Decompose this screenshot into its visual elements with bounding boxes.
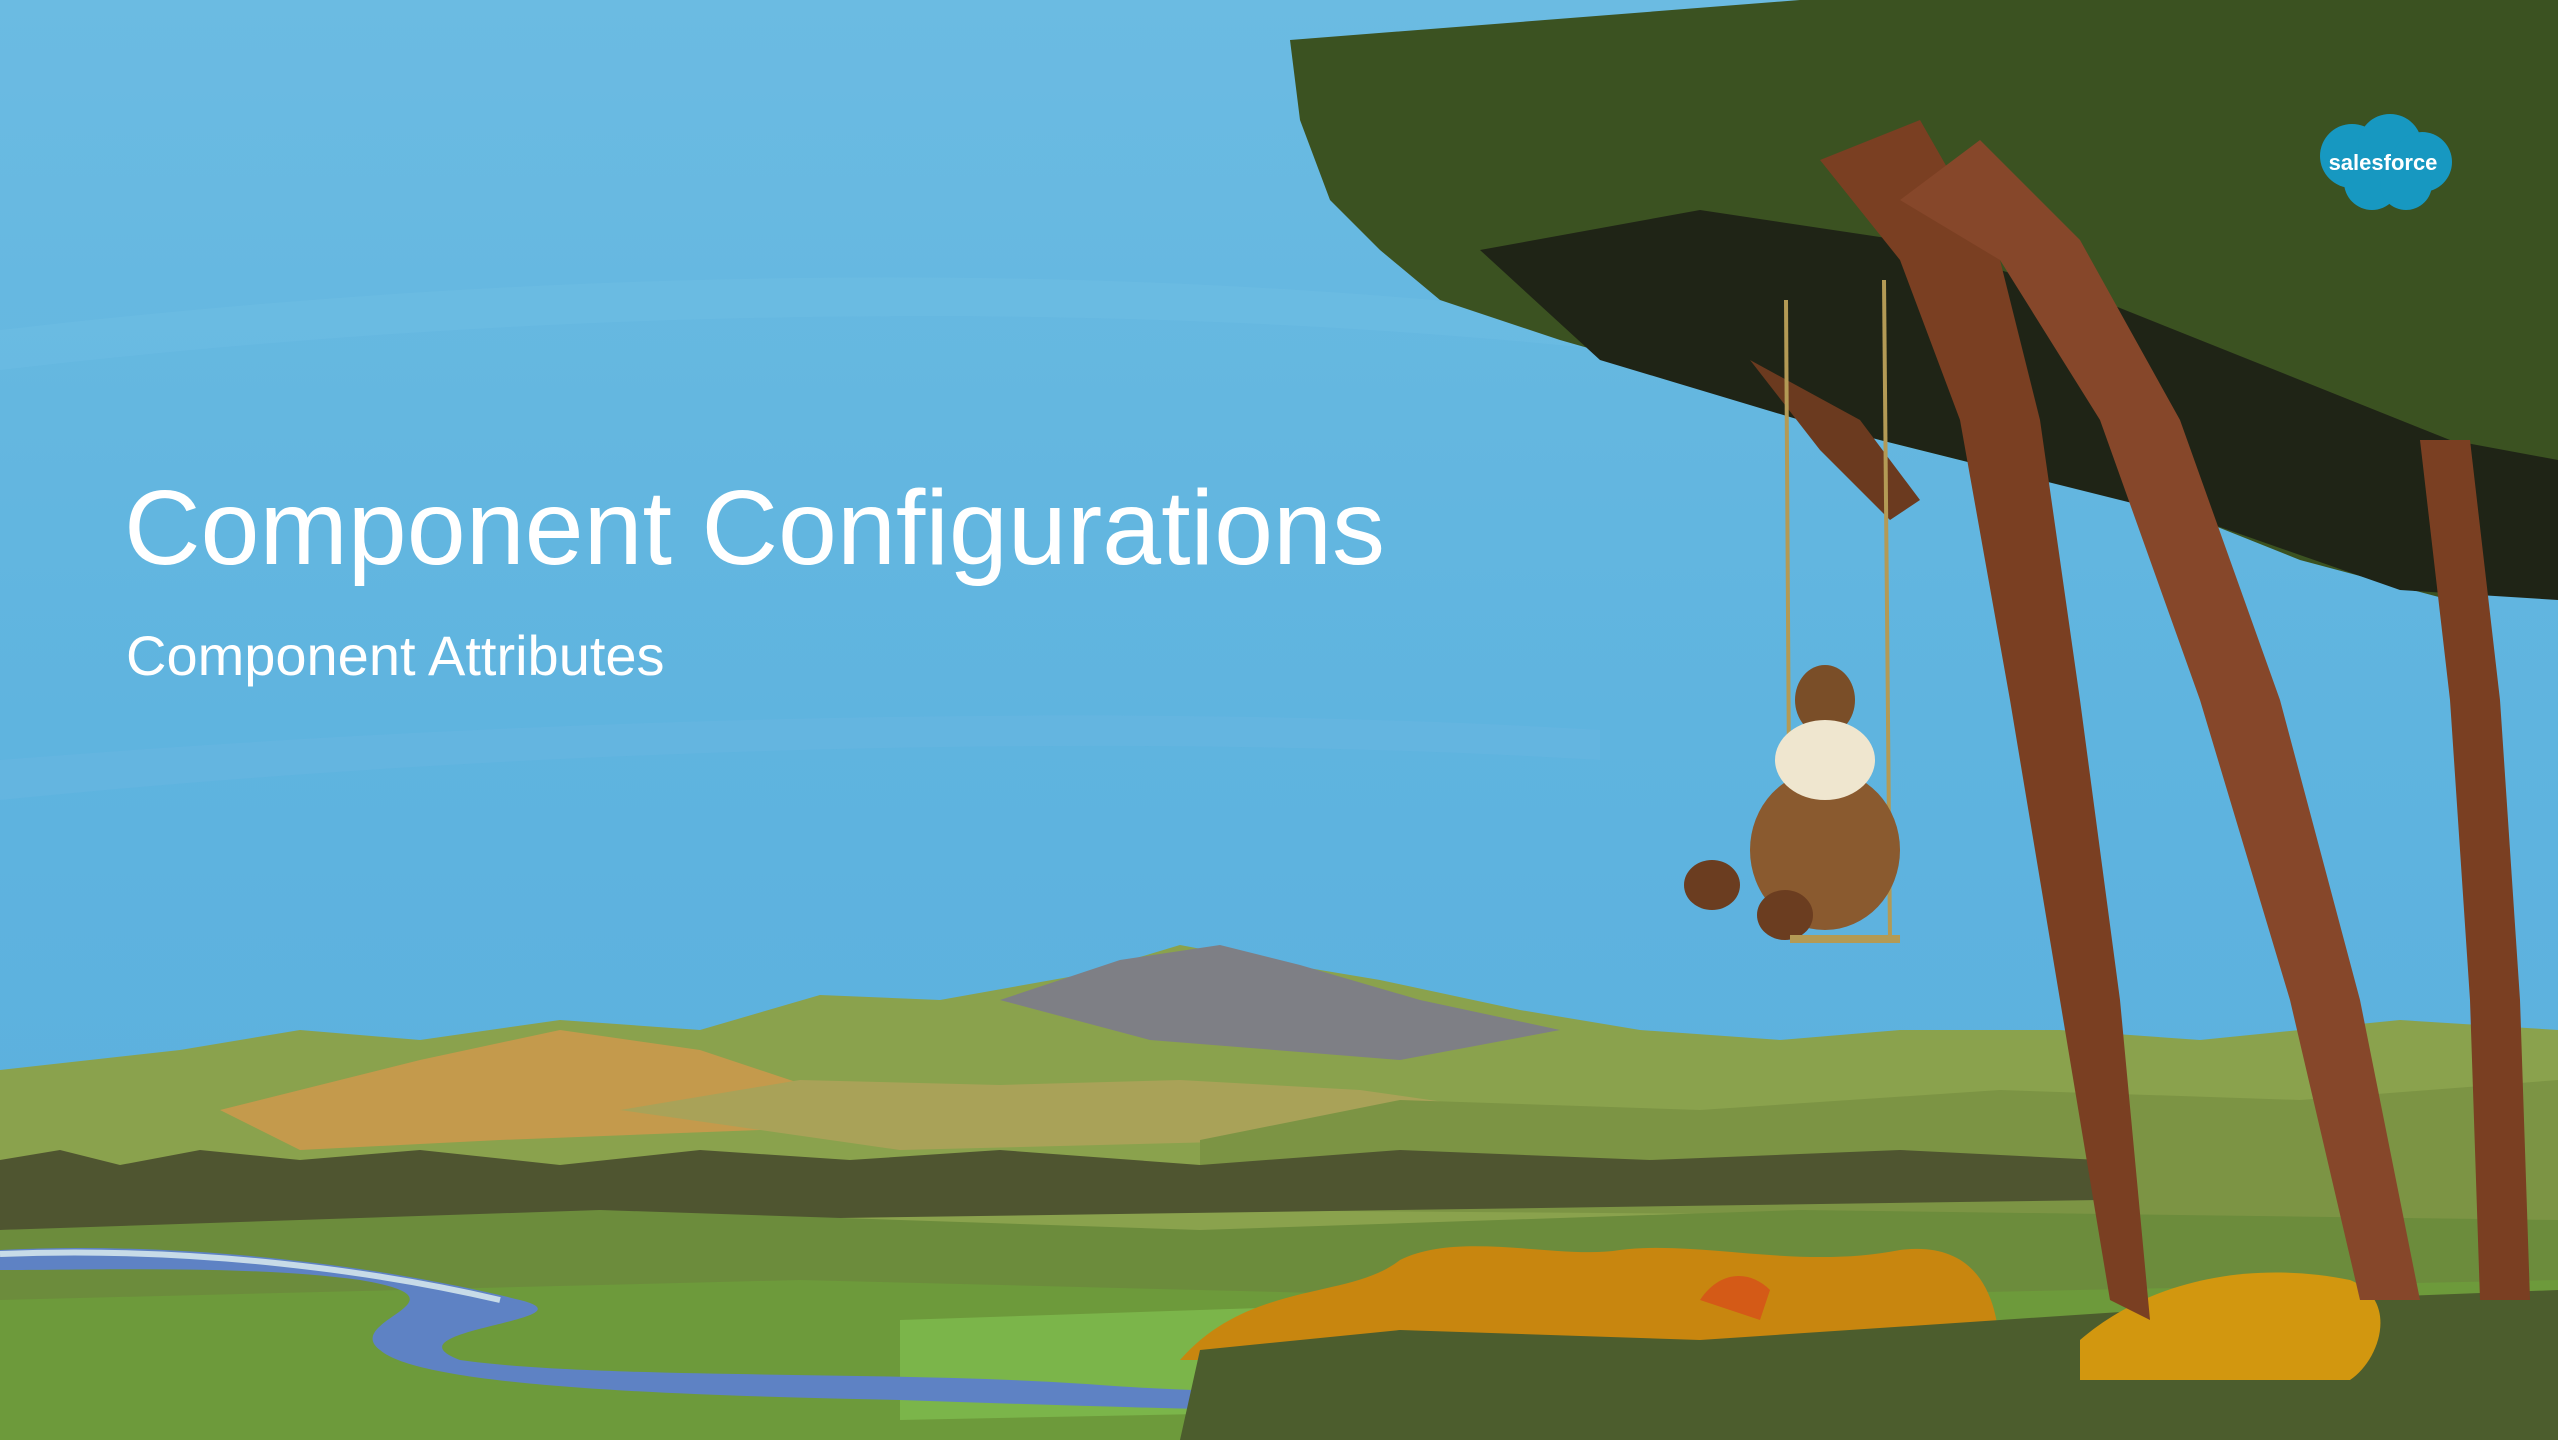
slide-title: Component Configurations	[124, 469, 1385, 587]
title-slide: Component Configurations Component Attri…	[0, 0, 2558, 1440]
landscape-illustration	[0, 0, 2558, 1440]
salesforce-logo: salesforce	[2312, 112, 2454, 214]
slide-subtitle: Component Attributes	[126, 624, 665, 687]
logo-wordmark: salesforce	[2328, 150, 2438, 175]
